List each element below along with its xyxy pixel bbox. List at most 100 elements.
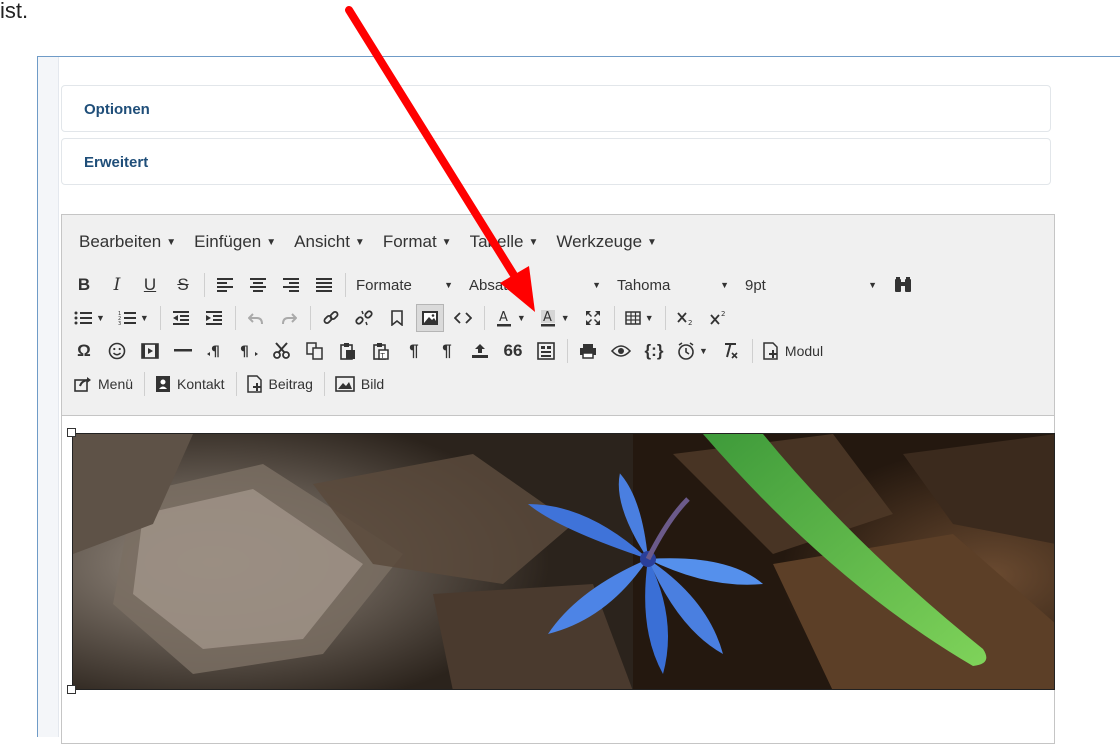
special-character-button[interactable]: Ω	[70, 337, 98, 365]
options-panel-title[interactable]: Optionen	[84, 101, 150, 118]
ltr-button[interactable]: ¶	[202, 337, 230, 365]
chevron-down-icon: ▼	[720, 280, 729, 290]
clear-formatting-button[interactable]	[717, 337, 745, 365]
menu-table[interactable]: Tabelle ▼	[461, 229, 548, 255]
blockquote-button[interactable]: 66	[499, 337, 527, 365]
nonbreaking-space-button[interactable]: ¶	[433, 337, 461, 365]
share-out-icon	[74, 377, 91, 392]
link-icon	[323, 311, 339, 324]
align-right-icon	[283, 278, 299, 292]
paste-button[interactable]	[334, 337, 362, 365]
insert-module-label: Modul	[784, 343, 824, 359]
chevron-down-icon: ▼	[592, 280, 601, 290]
insert-picture-button[interactable]: Bild	[331, 370, 388, 398]
subscript-button[interactable]: 2	[672, 304, 700, 332]
indent-button[interactable]	[200, 304, 228, 332]
copy-button[interactable]	[301, 337, 329, 365]
options-panel[interactable]: Optionen	[61, 85, 1051, 132]
visual-chars-button[interactable]: ¶	[400, 337, 428, 365]
content-photo-flower[interactable]	[72, 433, 1055, 690]
flower-photo	[73, 434, 1054, 689]
bold-button[interactable]: B	[70, 271, 98, 299]
anchor-button[interactable]	[383, 304, 411, 332]
toolbar-row-3: Ω ¶ ¶ T ¶ ¶ 66 {:} ▼ Modul	[70, 336, 832, 366]
menu-tools[interactable]: Werkzeuge ▼	[547, 229, 666, 255]
page-break-button[interactable]	[466, 337, 494, 365]
block-format-dropdown[interactable]: Absatz ▼	[465, 271, 605, 299]
emoticons-button[interactable]	[103, 337, 131, 365]
remove-link-button[interactable]	[350, 304, 378, 332]
insert-article-button[interactable]: Beitrag	[243, 370, 317, 398]
toolbar-separator	[234, 306, 236, 330]
print-button[interactable]	[574, 337, 602, 365]
underline-button[interactable]: U	[136, 271, 164, 299]
toolbar-separator	[235, 372, 237, 396]
strikethrough-button[interactable]: S	[169, 271, 197, 299]
menu-edit[interactable]: Bearbeiten ▼	[70, 229, 185, 255]
menu-view[interactable]: Ansicht ▼	[285, 229, 374, 255]
chevron-down-icon: ▼	[266, 237, 277, 248]
redo-button[interactable]	[275, 304, 303, 332]
align-left-button[interactable]	[211, 271, 239, 299]
insert-module-button[interactable]: Modul	[759, 337, 827, 365]
font-size-dropdown[interactable]: 9pt ▼	[741, 271, 881, 299]
bullet-list-button[interactable]: ▼	[70, 304, 109, 332]
code-sample-button[interactable]: {:}	[640, 337, 668, 365]
insert-contact-label: Kontakt	[177, 376, 225, 392]
template-icon	[537, 342, 555, 360]
insert-contact-button[interactable]: Kontakt	[151, 370, 228, 398]
rich-text-editor: Bearbeiten ▼ Einfügen ▼ Ansicht ▼ Format ▼ T…	[61, 214, 1055, 744]
align-center-button[interactable]	[244, 271, 272, 299]
menu-format[interactable]: Format ▼	[374, 229, 461, 255]
block-format-label: Absatz	[469, 276, 515, 294]
italic-button[interactable]: I	[103, 271, 131, 299]
preview-button[interactable]	[607, 337, 635, 365]
eye-icon	[611, 345, 631, 357]
menu-tools-label: Werkzeuge	[556, 232, 643, 251]
text-color-button[interactable]: A ▼	[491, 304, 530, 332]
paste-text-button[interactable]: T	[367, 337, 395, 365]
clear-format-icon	[724, 343, 738, 359]
align-right-button[interactable]	[277, 271, 305, 299]
formats-dropdown-label: Formate	[356, 276, 412, 294]
font-family-dropdown[interactable]: Tahoma ▼	[613, 271, 733, 299]
search-replace-button[interactable]	[889, 271, 917, 299]
insert-datetime-button[interactable]: ▼	[673, 337, 712, 365]
formats-dropdown[interactable]: Formate ▼	[352, 271, 457, 299]
toolbar-separator	[664, 306, 666, 330]
insert-image-button[interactable]	[415, 304, 444, 332]
cut-button[interactable]	[268, 337, 296, 365]
align-center-icon	[250, 278, 266, 292]
numbered-list-button[interactable]: 123 ▼	[114, 304, 153, 332]
fullscreen-button[interactable]	[579, 304, 607, 332]
svg-text:3: 3	[118, 321, 121, 326]
insert-media-button[interactable]	[136, 337, 164, 365]
undo-button[interactable]	[242, 304, 270, 332]
frame-left-rail	[38, 57, 59, 737]
bullet-list-icon	[74, 311, 92, 325]
advanced-panel-title[interactable]: Erweitert	[84, 154, 148, 171]
advanced-panel[interactable]: Erweitert	[61, 138, 1051, 185]
chevron-down-icon: ▼	[441, 237, 452, 248]
horizontal-rule-button[interactable]	[169, 337, 197, 365]
insert-menu-button[interactable]: Menü	[70, 370, 137, 398]
text-color-icon: A	[496, 310, 511, 327]
outdent-button[interactable]	[167, 304, 195, 332]
rtl-button[interactable]: ¶	[235, 337, 263, 365]
background-color-button[interactable]: A ▼	[535, 304, 574, 332]
insert-table-button[interactable]: ▼	[621, 304, 658, 332]
editor-toolbar-area: Bearbeiten ▼ Einfügen ▼ Ansicht ▼ Format ▼ T…	[62, 215, 1054, 416]
align-justify-button[interactable]	[310, 271, 338, 299]
add-document-icon	[246, 375, 262, 393]
toolbar-separator	[483, 306, 485, 330]
superscript-button[interactable]: 2	[705, 304, 733, 332]
toolbar-separator	[751, 339, 753, 363]
resize-handle-top-left[interactable]	[67, 428, 76, 437]
resize-handle-bottom-left[interactable]	[67, 685, 76, 694]
template-button[interactable]	[532, 337, 560, 365]
source-code-button[interactable]	[449, 304, 477, 332]
insert-link-button[interactable]	[317, 304, 345, 332]
bookmark-icon	[391, 310, 403, 326]
menu-insert[interactable]: Einfügen ▼	[185, 229, 285, 255]
svg-text:T: T	[380, 352, 386, 360]
